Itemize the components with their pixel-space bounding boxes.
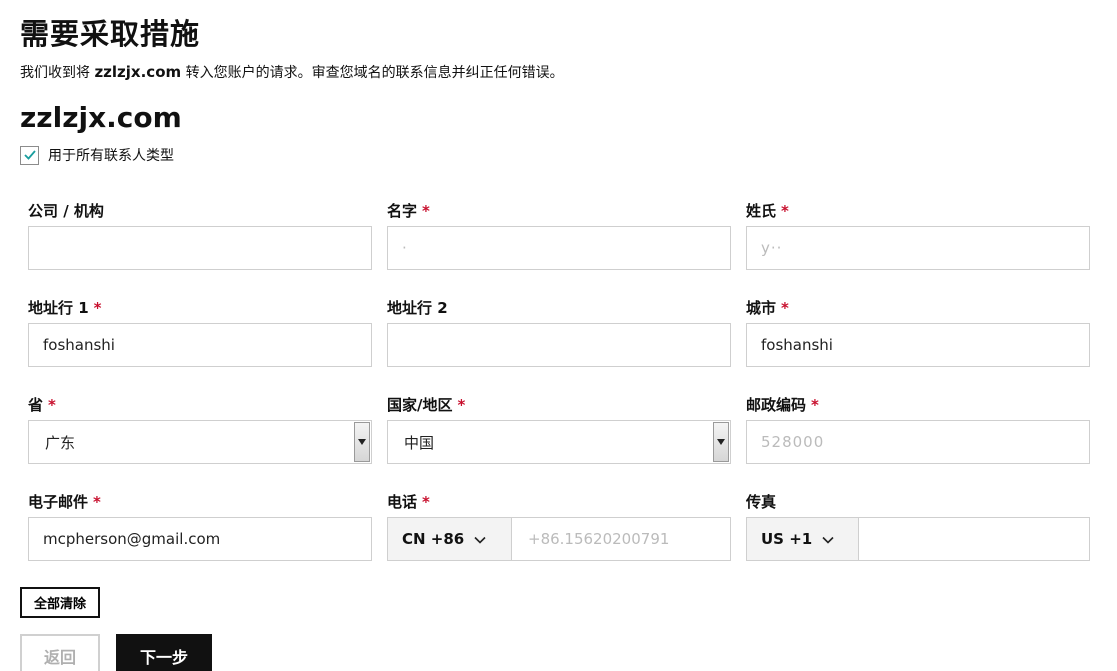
chevron-down-icon <box>474 530 486 548</box>
province-value: 广东 <box>45 433 76 452</box>
phone-input-group: CN +86 +86.15620200791 <box>387 517 731 561</box>
phone-label: 电话 * <box>387 493 430 511</box>
chevron-down-icon <box>822 530 834 548</box>
subtitle-domain: zzlzjx.com <box>94 63 182 81</box>
subtitle-prefix: 我们收到将 <box>20 65 95 81</box>
city-input[interactable]: foshanshi <box>746 323 1090 367</box>
email-field: 电子邮件 * mcpherson@gmail.com <box>28 491 372 561</box>
next-button[interactable]: 下一步 <box>116 634 212 671</box>
page-title: 需要采取措施 <box>20 17 201 51</box>
address2-input[interactable] <box>387 323 731 367</box>
apply-all-contacts-row[interactable]: 用于所有联系人类型 <box>20 145 174 165</box>
country-value: 中国 <box>404 433 435 452</box>
email-input[interactable]: mcpherson@gmail.com <box>28 517 372 561</box>
postal-input[interactable]: 528000 <box>746 420 1090 464</box>
country-field: 国家/地区 * 中国 <box>387 394 731 464</box>
city-field: 城市 * foshanshi <box>746 297 1090 367</box>
country-label: 国家/地区 * <box>387 396 466 414</box>
required-marker: * <box>422 202 430 220</box>
first-name-field: 名字 * · <box>387 200 731 270</box>
last-name-label: 姓氏 * <box>746 202 789 220</box>
required-marker: * <box>422 493 430 511</box>
city-label: 城市 * <box>746 299 789 317</box>
fax-country-code: US +1 <box>761 530 813 548</box>
required-marker: * <box>93 299 102 317</box>
page-subtitle: 我们收到将 zzlzjx.com 转入您账户的请求。审查您域名的联系信息并纠正任… <box>20 62 564 83</box>
last-name-input[interactable]: y·· <box>746 226 1090 270</box>
province-field: 省 * 广东 <box>28 394 372 464</box>
company-label: 公司 / 机构 <box>28 202 104 220</box>
postal-label: 邮政编码 * <box>746 396 819 414</box>
province-label: 省 * <box>28 396 56 414</box>
required-marker: * <box>811 396 819 414</box>
address2-label: 地址行 2 <box>387 299 448 317</box>
required-marker: * <box>781 299 789 317</box>
required-marker: * <box>781 202 789 220</box>
required-marker: * <box>48 396 56 414</box>
address1-input[interactable]: foshanshi <box>28 323 372 367</box>
fax-field: 传真 US +1 <box>746 491 1090 561</box>
phone-country-code: CN +86 <box>402 530 465 548</box>
address1-field: 地址行 1 * foshanshi <box>28 297 372 367</box>
back-button[interactable]: 返回 <box>20 634 100 671</box>
postal-field: 邮政编码 * 528000 <box>746 394 1090 464</box>
dropdown-arrow-icon[interactable] <box>713 422 729 462</box>
dropdown-arrow-icon[interactable] <box>354 422 370 462</box>
phone-field: 电话 * CN +86 +86.15620200791 <box>387 491 731 561</box>
first-name-input[interactable]: · <box>387 226 731 270</box>
apply-all-checkbox[interactable] <box>20 145 39 165</box>
apply-all-label: 用于所有联系人类型 <box>48 148 174 164</box>
phone-number-input[interactable]: +86.15620200791 <box>512 518 730 560</box>
address1-label: 地址行 1 * <box>28 299 102 317</box>
phone-country-code-select[interactable]: CN +86 <box>388 518 512 560</box>
transfer-contact-page: 需要采取措施 我们收到将 zzlzjx.com 转入您账户的请求。审查您域名的联… <box>0 0 1117 671</box>
fax-country-code-select[interactable]: US +1 <box>747 518 859 560</box>
required-marker: * <box>457 396 466 414</box>
fax-label: 传真 <box>746 493 777 511</box>
fax-number-input[interactable] <box>859 518 1089 560</box>
required-marker: * <box>93 493 101 511</box>
country-select[interactable]: 中国 <box>387 420 731 464</box>
checkmark-icon <box>23 150 36 160</box>
company-field: 公司 / 机构 <box>28 200 372 270</box>
domain-heading: zzlzjx.com <box>20 101 182 134</box>
email-label: 电子邮件 * <box>28 493 101 511</box>
subtitle-suffix: 转入您账户的请求。审查您域名的联系信息并纠正任何错误。 <box>181 65 564 81</box>
fax-input-group: US +1 <box>746 517 1090 561</box>
last-name-field: 姓氏 * y·· <box>746 200 1090 270</box>
clear-all-button[interactable]: 全部清除 <box>20 587 100 618</box>
address2-field: 地址行 2 <box>387 297 731 367</box>
province-select[interactable]: 广东 <box>28 420 372 464</box>
first-name-label: 名字 * <box>387 202 430 220</box>
company-input[interactable] <box>28 226 372 270</box>
